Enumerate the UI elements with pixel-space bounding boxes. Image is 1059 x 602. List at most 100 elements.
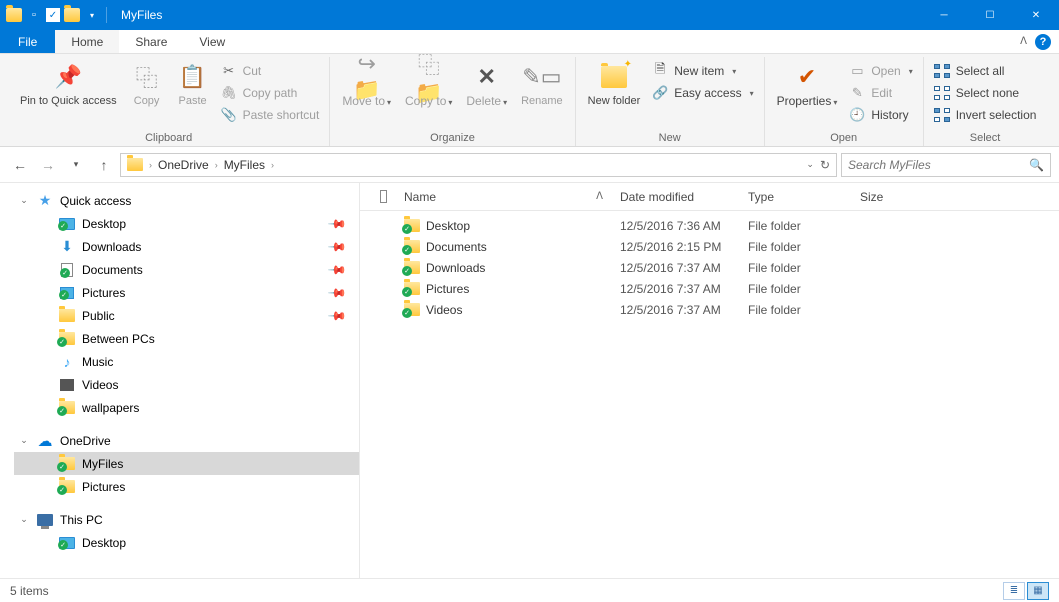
- cut-label: Cut: [243, 64, 262, 78]
- open-button[interactable]: ▭Open▾: [845, 61, 916, 81]
- close-button[interactable]: ✕: [1013, 0, 1059, 30]
- maximize-button[interactable]: ☐: [967, 0, 1013, 30]
- folder-icon: [404, 282, 420, 295]
- tree-item-desktop[interactable]: Desktop📌: [14, 212, 359, 235]
- breadcrumb-onedrive[interactable]: OneDrive: [154, 158, 213, 172]
- tree-item-pictures[interactable]: Pictures📌: [14, 281, 359, 304]
- copy-button[interactable]: ⿻ Copy: [125, 59, 169, 110]
- invert-selection-button[interactable]: Invert selection: [930, 105, 1041, 125]
- desktop-sync-icon: [58, 215, 76, 233]
- address-bar[interactable]: › OneDrive › MyFiles › ⌄ ↻: [120, 153, 837, 177]
- address-folder-icon: [127, 158, 143, 171]
- search-box[interactable]: 🔍: [841, 153, 1051, 177]
- group-organize: ↪📁Move to▾ ⿻📁Copy to▾ ✕Delete▾ ✎▭Rename …: [330, 57, 575, 146]
- invert-icon: [934, 107, 950, 123]
- view-icons-button[interactable]: ▦: [1027, 582, 1049, 600]
- address-bar-row: ← → ▾ ↑ › OneDrive › MyFiles › ⌄ ↻ 🔍: [0, 147, 1059, 183]
- forward-button[interactable]: →: [36, 153, 60, 177]
- move-to-button[interactable]: ↪📁Move to▾: [336, 59, 397, 111]
- tree-item-label: Public: [82, 309, 115, 323]
- back-button[interactable]: ←: [8, 153, 32, 177]
- tree-item-music[interactable]: ♪Music: [14, 350, 359, 373]
- refresh-icon[interactable]: ↻: [820, 158, 830, 172]
- tree-item-wallpapers[interactable]: wallpapers: [14, 396, 359, 419]
- edit-button[interactable]: ✎Edit: [845, 83, 916, 103]
- twisty-icon[interactable]: ⌄: [18, 435, 30, 446]
- select-none-button[interactable]: Select none: [930, 83, 1041, 103]
- pin-to-quick-access-button[interactable]: 📌 Pin to Quick access: [14, 59, 123, 110]
- history-button[interactable]: 🕘History: [845, 105, 916, 125]
- column-checkbox[interactable]: [372, 183, 396, 210]
- tab-view[interactable]: View: [183, 30, 241, 53]
- file-row[interactable]: Pictures12/5/2016 7:37 AMFile folder: [360, 278, 1059, 299]
- tab-share[interactable]: Share: [119, 30, 183, 53]
- tree-item-public[interactable]: Public📌: [14, 304, 359, 327]
- tree-item-documents[interactable]: Documents📌: [14, 258, 359, 281]
- copy-to-button[interactable]: ⿻📁Copy to▾: [399, 59, 458, 111]
- tree-item-pictures[interactable]: Pictures: [14, 475, 359, 498]
- tab-file[interactable]: File: [0, 30, 55, 53]
- qat-separator: [106, 7, 107, 23]
- tree-item-this-pc[interactable]: ⌄This PC: [14, 508, 359, 531]
- file-name: Videos: [426, 303, 462, 317]
- tree-item-desktop[interactable]: Desktop: [14, 531, 359, 554]
- copy-path-button[interactable]: 🖇Copy path: [217, 83, 324, 103]
- file-row[interactable]: Downloads12/5/2016 7:37 AMFile folder: [360, 257, 1059, 278]
- folder-icon: [404, 240, 420, 253]
- tree-item-label: Music: [82, 355, 113, 369]
- tree-item-onedrive[interactable]: ⌄☁OneDrive: [14, 429, 359, 452]
- tab-home[interactable]: Home: [55, 30, 119, 53]
- twisty-icon[interactable]: ⌄: [18, 195, 30, 206]
- rename-button[interactable]: ✎▭Rename: [515, 59, 569, 110]
- help-icon[interactable]: ?: [1035, 34, 1051, 50]
- file-row[interactable]: Desktop12/5/2016 7:36 AMFile folder: [360, 215, 1059, 236]
- file-type: File folder: [740, 261, 852, 275]
- qat-checkbox-icon[interactable]: ✓: [46, 8, 60, 22]
- column-size[interactable]: Size: [852, 183, 942, 210]
- file-row[interactable]: Documents12/5/2016 2:15 PMFile folder: [360, 236, 1059, 257]
- tree-item-between-pcs[interactable]: Between PCs: [14, 327, 359, 350]
- qat-properties-icon[interactable]: ▫: [26, 7, 42, 23]
- properties-button[interactable]: ✔Properties▾: [771, 59, 844, 111]
- column-name[interactable]: Nameᐱ: [396, 183, 612, 210]
- star-icon: ★: [36, 192, 54, 210]
- tree-item-videos[interactable]: Videos: [14, 373, 359, 396]
- qat-dropdown-icon[interactable]: ▾: [84, 7, 100, 23]
- up-button[interactable]: ↑: [92, 153, 116, 177]
- file-list[interactable]: Desktop12/5/2016 7:36 AMFile folderDocum…: [360, 211, 1059, 578]
- column-type[interactable]: Type: [740, 183, 852, 210]
- navigation-tree[interactable]: ⌄★Quick accessDesktop📌⬇Downloads📌Documen…: [0, 183, 360, 578]
- column-date[interactable]: Date modified: [612, 183, 740, 210]
- folder-icon: [58, 307, 76, 325]
- search-icon[interactable]: 🔍: [1029, 158, 1044, 172]
- view-details-button[interactable]: ≣: [1003, 582, 1025, 600]
- new-item-button[interactable]: 🗎New item▾: [648, 61, 757, 81]
- crumb-sep-icon[interactable]: ›: [271, 160, 274, 170]
- new-folder-button[interactable]: New folder: [582, 59, 647, 110]
- easy-access-button[interactable]: 🔗Easy access▾: [648, 83, 757, 103]
- search-input[interactable]: [848, 158, 1029, 172]
- address-dropdown-icon[interactable]: ⌄: [806, 159, 814, 170]
- folder-sync-icon: [58, 478, 76, 496]
- delete-icon: ✕: [471, 61, 503, 93]
- crumb-sep-icon[interactable]: ›: [149, 160, 152, 170]
- folder-icon: [404, 219, 420, 232]
- qat-newfolder-icon[interactable]: [64, 8, 80, 22]
- file-row[interactable]: Videos12/5/2016 7:37 AMFile folder: [360, 299, 1059, 320]
- paste-button[interactable]: 📋 Paste: [171, 59, 215, 110]
- paste-label: Paste: [179, 95, 207, 108]
- delete-button[interactable]: ✕Delete▾: [460, 59, 513, 111]
- twisty-icon[interactable]: ⌄: [18, 514, 30, 525]
- paste-shortcut-button[interactable]: 📎Paste shortcut: [217, 105, 324, 125]
- cut-button[interactable]: ✂Cut: [217, 61, 324, 81]
- tree-item-downloads[interactable]: ⬇Downloads📌: [14, 235, 359, 258]
- tree-item-myfiles[interactable]: MyFiles: [14, 452, 359, 475]
- recent-dropdown[interactable]: ▾: [64, 153, 88, 177]
- ribbon-collapse-icon[interactable]: ᐱ: [1020, 36, 1027, 47]
- select-all-button[interactable]: Select all: [930, 61, 1041, 81]
- copypath-label: Copy path: [243, 86, 298, 100]
- minimize-button[interactable]: ─: [921, 0, 967, 30]
- tree-item-quick-access[interactable]: ⌄★Quick access: [14, 189, 359, 212]
- breadcrumb-myfiles[interactable]: MyFiles: [220, 158, 269, 172]
- crumb-sep-icon[interactable]: ›: [215, 160, 218, 170]
